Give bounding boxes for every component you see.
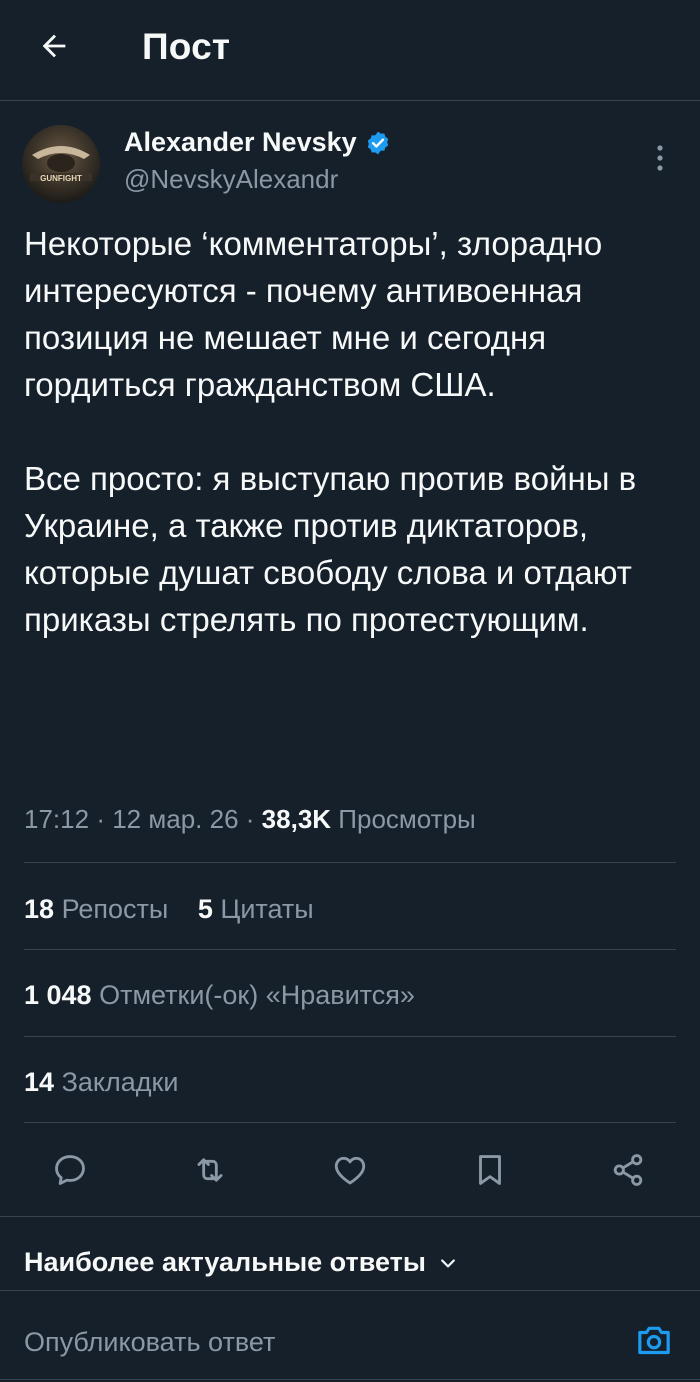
bookmarks-count: 14: [24, 1067, 55, 1097]
tweet-paragraph: Все просто: я выступаю против войны в Ук…: [24, 460, 637, 638]
bookmarks-stat[interactable]: 14 Закладки: [24, 1067, 178, 1098]
divider: [0, 1290, 700, 1291]
camera-button[interactable]: [632, 1318, 676, 1362]
more-vertical-icon: [657, 145, 663, 171]
stats-row-likes: 1 048 Отметки(-ок) «Нравится»: [24, 980, 415, 1011]
quotes-count: 5: [197, 894, 213, 924]
share-button[interactable]: [606, 1148, 650, 1192]
stats-row-reposts: 18 Репосты 5 Цитаты: [24, 894, 314, 925]
divider: [24, 949, 676, 950]
top-bar: Пост: [0, 0, 700, 101]
divider: [0, 1379, 700, 1380]
author-handle[interactable]: @NevskyAlexandr: [124, 164, 338, 195]
action-bar: [0, 1136, 700, 1200]
divider: [24, 862, 676, 863]
reply-input[interactable]: [24, 1320, 584, 1364]
stats-row-bookmarks: 14 Закладки: [24, 1067, 178, 1098]
tweet-meta: 17:12 · 12 мар. 26 · 38,3K Просмотры: [24, 804, 476, 834]
camera-icon: [638, 1326, 670, 1355]
divider: [24, 1122, 676, 1123]
bookmark-icon: [479, 1155, 501, 1185]
tweet-paragraph: Некоторые ‘комментаторы’, злорадно интер…: [24, 225, 603, 403]
reposts-stat[interactable]: 18 Репосты: [24, 894, 168, 925]
more-options-button[interactable]: [642, 138, 678, 178]
like-icon: [334, 1156, 366, 1185]
avatar-logo-text: GUNFIGHT: [40, 174, 82, 183]
repost-icon: [197, 1158, 223, 1182]
arrow-left-icon: [42, 34, 66, 58]
back-button[interactable]: [30, 22, 78, 70]
divider: [24, 1036, 676, 1037]
reposts-label: Репосты: [61, 894, 169, 924]
like-button[interactable]: [328, 1148, 372, 1192]
bookmarks-label: Закладки: [61, 1067, 179, 1097]
views-label: Просмотры: [338, 804, 476, 834]
page-title: Пост: [142, 26, 231, 67]
post-screen: Пост GUNFIGHT Alexander Nevsky @NevskyAl…: [0, 0, 700, 1382]
replies-sort-label: Наиболее актуальные ответы: [24, 1247, 426, 1277]
quotes-label: Цитаты: [220, 894, 314, 924]
tweet-text: Некоторые ‘комментаторы’, злорадно интер…: [24, 220, 684, 643]
avatar[interactable]: GUNFIGHT: [22, 125, 100, 203]
likes-label: Отметки(-ок) «Нравится»: [99, 980, 415, 1010]
tweet-date[interactable]: 12 мар. 26: [112, 804, 238, 834]
divider: [0, 1216, 700, 1217]
avatar-image: GUNFIGHT: [22, 125, 100, 203]
share-icon: [613, 1154, 643, 1186]
chevron-down-icon: [440, 1258, 455, 1267]
reposts-count: 18: [24, 894, 55, 924]
tweet-time[interactable]: 17:12: [24, 804, 89, 834]
reply-icon: [55, 1155, 85, 1185]
bookmark-button[interactable]: [468, 1148, 512, 1192]
repost-button[interactable]: [188, 1148, 232, 1192]
likes-stat[interactable]: 1 048 Отметки(-ок) «Нравится»: [24, 980, 415, 1011]
author-name[interactable]: Alexander Nevsky: [124, 127, 391, 158]
views-count: 38,3K: [261, 804, 332, 834]
reply-button[interactable]: [48, 1148, 92, 1192]
author-display-name: Alexander Nevsky: [124, 127, 357, 157]
verified-badge-icon: [367, 131, 388, 154]
likes-count: 1 048: [24, 980, 92, 1010]
replies-sort-dropdown[interactable]: Наиболее актуальные ответы: [24, 1247, 458, 1278]
quotes-stat[interactable]: 5 Цитаты: [198, 894, 314, 925]
